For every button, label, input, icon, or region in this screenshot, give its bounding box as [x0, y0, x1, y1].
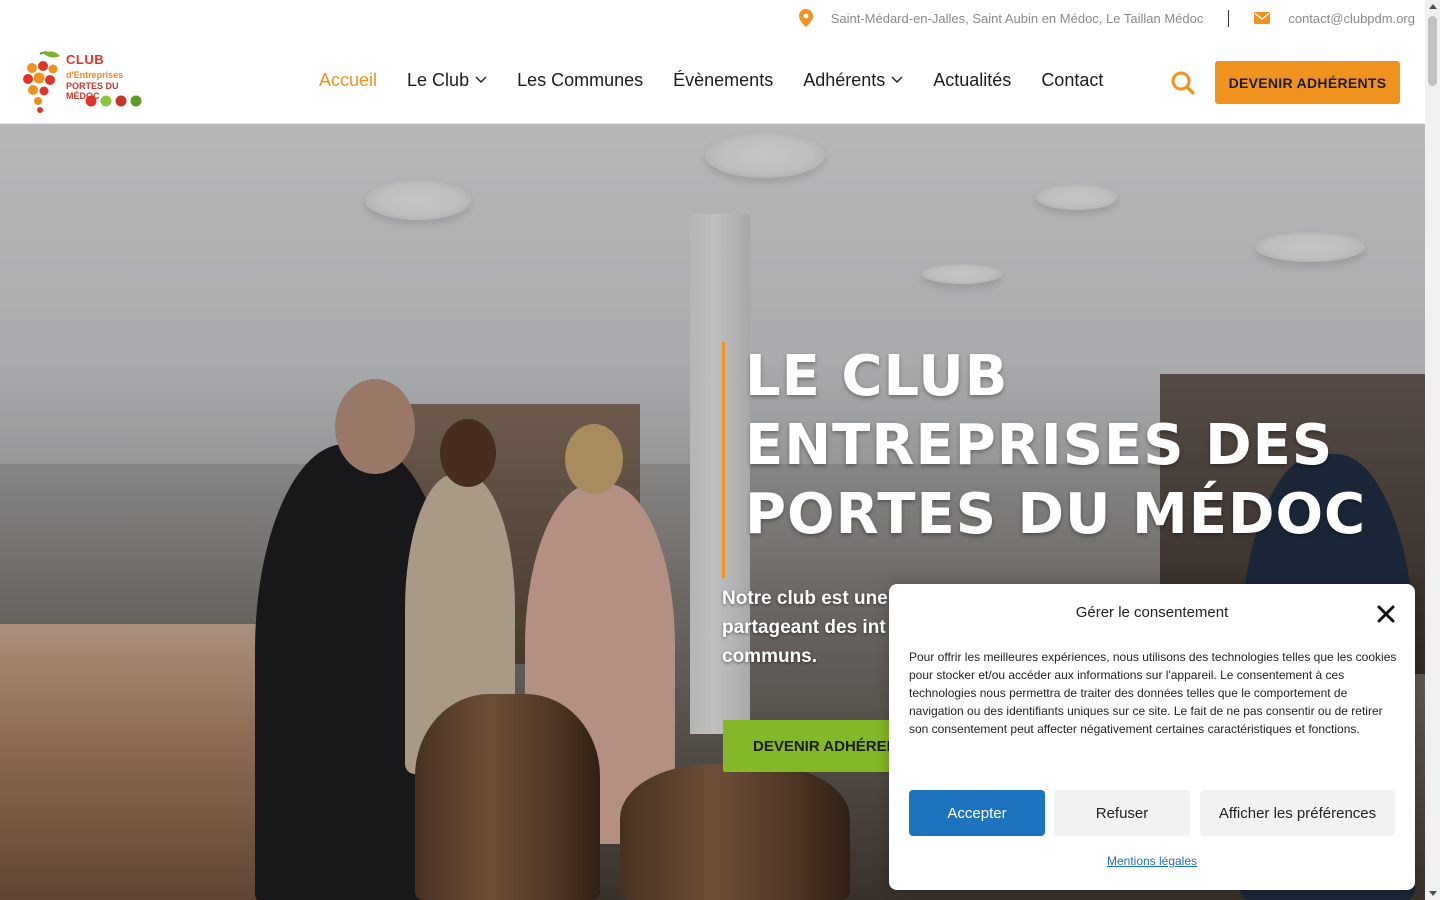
hero-title-line: LE CLUB	[745, 344, 1009, 409]
nav-item-actualites[interactable]: Actualités	[933, 70, 1011, 91]
grape-logo-icon	[23, 51, 60, 113]
main-nav: Accueil Le Club Les Communes Évènements …	[319, 36, 1133, 124]
become-member-button[interactable]: DEVENIR ADHÉRENTS	[1215, 61, 1400, 104]
search-icon	[1171, 71, 1195, 95]
top-info-bar: Saint-Médard-en-Jalles, Saint Aubin en M…	[0, 0, 1425, 36]
nav-item-contact[interactable]: Contact	[1041, 70, 1103, 91]
hero-title-line: PORTES DU MÉDOC	[745, 482, 1367, 547]
nav-label: Adhérents	[803, 69, 886, 90]
scrollbar-thumb[interactable]	[1428, 16, 1437, 86]
nav-label: Évènements	[673, 69, 774, 90]
hero-title: LE CLUB ENTREPRISES DES PORTES DU MÉDOC	[745, 342, 1366, 549]
nav-label: Les Communes	[517, 69, 644, 90]
nav-item-accueil[interactable]: Accueil	[319, 70, 377, 91]
nav-label: Actualités	[933, 69, 1012, 90]
preferences-button[interactable]: Afficher les préférences	[1200, 790, 1395, 836]
nav-item-le-club[interactable]: Le Club	[407, 70, 487, 91]
nav-item-les-communes[interactable]: Les Communes	[517, 70, 643, 91]
nav-item-evenements[interactable]: Évènements	[673, 70, 773, 91]
site-header: CLUB d'Entreprises PORTES DU MÉDOC Accue…	[0, 36, 1425, 124]
hero-title-block: LE CLUB ENTREPRISES DES PORTES DU MÉDOC	[722, 342, 1366, 578]
close-button[interactable]	[1376, 604, 1396, 624]
logo-dots-icon	[85, 95, 142, 107]
refuse-button[interactable]: Refuser	[1054, 790, 1190, 836]
club-logo[interactable]: CLUB d'Entreprises PORTES DU MÉDOC	[22, 50, 147, 116]
envelope-icon	[1254, 12, 1271, 24]
scroll-down-icon[interactable]	[1429, 891, 1437, 896]
logo-text-entreprises: d'Entreprises	[66, 70, 124, 80]
scroll-up-icon[interactable]	[1429, 4, 1437, 9]
chevron-down-icon	[475, 76, 487, 83]
accept-button[interactable]: Accepter	[909, 790, 1045, 836]
nav-label: Le Club	[407, 69, 470, 90]
hero-title-line: ENTREPRISES DES	[745, 413, 1334, 478]
location-text: Saint-Médard-en-Jalles, Saint Aubin en M…	[830, 10, 1204, 26]
logo-text-club: CLUB	[66, 52, 105, 67]
divider	[1228, 9, 1230, 27]
nav-label: Accueil	[319, 69, 378, 90]
cookie-consent-dialog: Gérer le consentement Pour offrir les me…	[889, 584, 1415, 890]
map-pin-icon	[798, 9, 813, 27]
legal-notice-link[interactable]: Mentions légales	[889, 854, 1415, 868]
consent-body: Pour offrir les meilleures expériences, …	[909, 650, 1397, 736]
email-info[interactable]: contact@clubpdm.org	[1254, 11, 1415, 26]
email-link[interactable]: contact@clubpdm.org	[1288, 11, 1415, 26]
nav-item-adherents[interactable]: Adhérents	[803, 70, 903, 91]
close-icon	[1377, 605, 1395, 623]
consent-title: Gérer le consentement	[1075, 604, 1229, 621]
chevron-down-icon	[891, 76, 903, 83]
location-info: Saint-Médard-en-Jalles, Saint Aubin en M…	[798, 9, 1204, 27]
search-button[interactable]	[1170, 70, 1196, 96]
page-scrollbar[interactable]	[1425, 0, 1440, 900]
nav-label: Contact	[1041, 69, 1104, 90]
